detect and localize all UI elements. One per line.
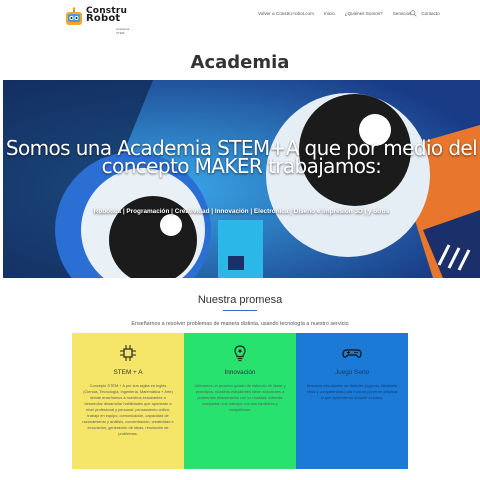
circuit-chip-icon bbox=[120, 345, 136, 361]
feature-cards: STEM + A Concepto STEM + A por sus sigla… bbox=[72, 333, 408, 469]
logo-tagline: Academia STEM bbox=[116, 27, 130, 35]
hero-banner: Somos una Academia STEM+A que por medio … bbox=[3, 80, 480, 278]
gamepad-icon bbox=[342, 349, 362, 358]
search-icon[interactable] bbox=[410, 10, 417, 17]
card-text: Nuestros estudiantes se divierten jugand… bbox=[306, 383, 398, 400]
title-underline bbox=[223, 310, 257, 311]
hero-heading: Somos una Academia STEM+A que por medio … bbox=[5, 136, 478, 178]
main-nav: Volver a Constru-robot.com Inicio ¿Quién… bbox=[258, 11, 450, 16]
card-text: Concepto STEM + A por sus siglas en ingl… bbox=[82, 383, 174, 436]
card-innovacion: Innovación Utilizamos un proceso guiado … bbox=[184, 333, 296, 469]
card-title: Innovación bbox=[224, 369, 256, 376]
nav-item-inicio[interactable]: Inicio bbox=[324, 11, 335, 16]
promesa-title: Nuestra promesa bbox=[197, 294, 283, 306]
card-title: STEM + A bbox=[113, 369, 143, 376]
hero-robot-illustration bbox=[3, 80, 480, 278]
card-text: Utilizamos un proceso guiado de estímulo… bbox=[194, 383, 286, 412]
nav-item-servicios[interactable]: Servicios bbox=[393, 11, 412, 16]
nav-item-volver[interactable]: Volver a Constru-robot.com bbox=[258, 11, 314, 16]
card-juego-serio: Juego Serio Nuestros estudiantes se divi… bbox=[296, 333, 408, 469]
promesa-description: Enseñarnos a resolver problemas de maner… bbox=[131, 321, 349, 327]
hero-subtitle: Robótica | Programación | Creatividad | … bbox=[93, 208, 390, 215]
robot-logo-icon bbox=[66, 7, 82, 25]
card-title: Juego Serio bbox=[334, 369, 370, 376]
card-stem: STEM + A Concepto STEM + A por sus sigla… bbox=[72, 333, 184, 469]
nav-item-quienes-somos[interactable]: ¿Quiénes Somos? bbox=[345, 11, 383, 16]
logo-line2: Robot bbox=[86, 13, 121, 24]
nav-item-contacto[interactable]: Contacto bbox=[421, 11, 439, 16]
page-title: Academia bbox=[190, 52, 290, 73]
site-header: Constru Robot Academia STEM Volver a Con… bbox=[0, 0, 480, 35]
lightbulb-icon bbox=[234, 345, 246, 362]
logo[interactable]: Constru Robot Academia STEM bbox=[64, 5, 134, 35]
